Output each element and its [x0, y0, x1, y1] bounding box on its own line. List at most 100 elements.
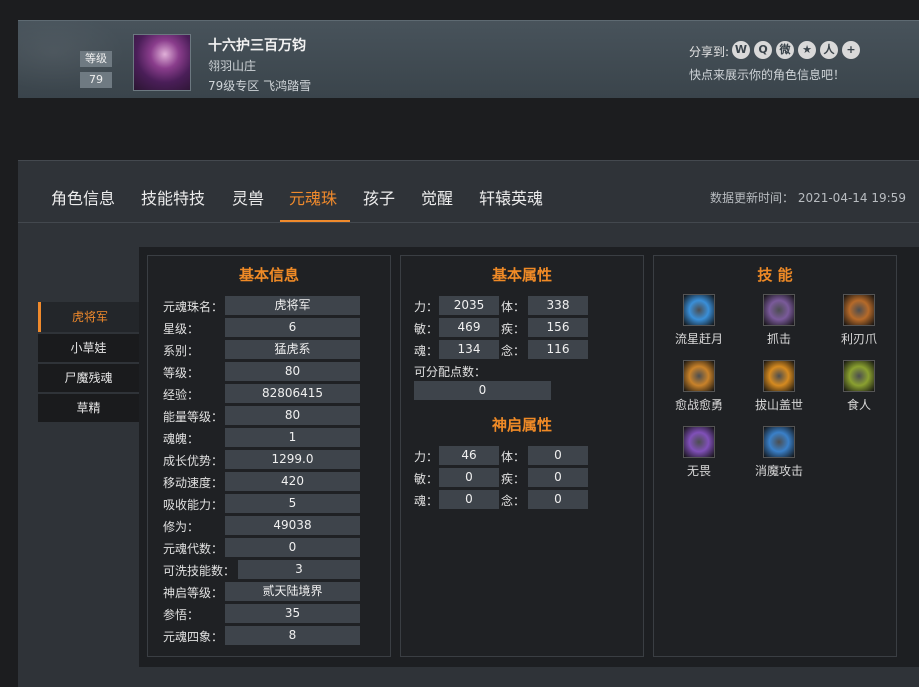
share-label: 分享到: [689, 45, 730, 59]
attr-value: 116 [528, 340, 588, 359]
basic-info-label: 魂魄： [163, 432, 200, 446]
content-area: 基本信息 元魂珠名： 虎将军 星级： 6 系别： 猛虎系 等级： 80 经验： 82806415 能… [139, 247, 919, 667]
share-icons: W Q 微 ★ 人 + [732, 41, 860, 59]
skill-item[interactable]: 无畏 [669, 426, 729, 479]
skill-item[interactable]: 利刃爪 [829, 294, 889, 347]
tab-awakening[interactable]: 觉醒 [421, 185, 453, 209]
attr-label: 力： [414, 450, 439, 464]
skill-name: 流星赶月 [674, 332, 723, 346]
basic-info-label: 吸收能力： [163, 498, 224, 512]
attr-label: 体： [501, 450, 526, 464]
dispel-icon [763, 426, 795, 458]
qzone-icon[interactable]: Q [754, 41, 772, 59]
basic-info-label: 元魂四象： [163, 630, 224, 644]
main-panel: 角色信息 技能特技 灵兽 元魂珠 孩子 觉醒 轩辕英魂 数据更新时间： 2021… [18, 160, 919, 687]
tab-bar: 角色信息 技能特技 灵兽 元魂珠 孩子 觉醒 轩辕英魂 数据更新时间： 2021… [18, 161, 919, 223]
skill-name: 消魔攻击 [754, 464, 803, 478]
devour-icon [843, 360, 875, 392]
skill-name: 无畏 [686, 464, 711, 478]
mountain-icon [763, 360, 795, 392]
basic-info-value: 420 [225, 472, 360, 491]
skill-item[interactable]: 拔山盖世 [749, 360, 809, 413]
valor-icon [683, 360, 715, 392]
skills-panel: 技 能 流星赶月 抓击 利刃爪 愈战愈勇 拔山盖世 食人 无畏 消魔攻击 [653, 255, 897, 657]
skill-item[interactable]: 流星赶月 [669, 294, 729, 347]
character-zone: 79级专区 飞鸿踏雪 [208, 79, 312, 93]
basic-info-value: 35 [225, 604, 360, 623]
basic-info-value: 80 [225, 362, 360, 381]
basic-info-value: 3 [238, 560, 360, 579]
tab-soul-orb[interactable]: 元魂珠 [289, 185, 337, 209]
skill-name: 愈战愈勇 [674, 398, 723, 412]
divine-attrs-title: 神启属性 [491, 416, 552, 434]
basic-info-value: 贰天陆境界 [225, 582, 360, 601]
claw-icon [763, 294, 795, 326]
avatar [133, 34, 191, 91]
basic-info-value: 49038 [225, 516, 360, 535]
basic-info-value: 0 [225, 538, 360, 557]
blade-claw-icon [843, 294, 875, 326]
attr-label: 疾： [501, 472, 526, 486]
basic-info-value: 82806415 [225, 384, 360, 403]
character-header: 等级 79 十六护三百万钧 翎羽山庄 79级专区 飞鸿踏雪 分享到: W Q 微… [18, 20, 919, 99]
skill-item[interactable]: 消魔攻击 [749, 426, 809, 479]
basic-info-value: 8 [225, 626, 360, 645]
tab-pets[interactable]: 灵兽 [232, 185, 264, 209]
skill-item[interactable]: 抓击 [749, 294, 809, 347]
star-icon[interactable]: ★ [798, 41, 816, 59]
attr-label: 念： [501, 494, 526, 508]
group-icon[interactable]: 人 [820, 41, 838, 59]
attributes-panel: 基本属性 力： 体： 2035 338 敏： 疾： 469 156 魂： 念： 134 116 可分配… [400, 255, 644, 657]
basic-info-label: 元魂代数： [163, 542, 224, 556]
header-decoration [18, 21, 138, 99]
attr-label: 敏： [414, 472, 439, 486]
free-points-value: 0 [414, 381, 551, 400]
weibo-icon[interactable]: 微 [776, 41, 794, 59]
attr-value: 0 [528, 446, 588, 465]
wechat-icon[interactable]: W [732, 41, 750, 59]
attr-value: 156 [528, 318, 588, 337]
basic-info-value: 猛虎系 [225, 340, 360, 359]
attr-label: 力： [414, 300, 439, 314]
attr-label: 魂： [414, 344, 439, 358]
basic-info-value: 虎将军 [225, 296, 360, 315]
basic-info-panel: 基本信息 元魂珠名： 虎将军 星级： 6 系别： 猛虎系 等级： 80 经验： 82806415 能… [147, 255, 391, 657]
level-label: 等级 [80, 51, 112, 67]
character-server: 翎羽山庄 [208, 59, 257, 73]
side-item-corpse-demon[interactable]: 尸魔残魂 [38, 364, 139, 392]
side-item-tiger-general[interactable]: 虎将军 [38, 302, 139, 332]
skill-item[interactable]: 愈战愈勇 [669, 360, 729, 413]
skill-name: 食人 [846, 398, 871, 412]
tab-character-info[interactable]: 角色信息 [51, 185, 115, 209]
attr-value: 2035 [439, 296, 499, 315]
attr-value: 0 [439, 490, 499, 509]
skill-name: 拔山盖世 [754, 398, 803, 412]
basic-info-label: 能量等级： [163, 410, 224, 424]
attr-value: 469 [439, 318, 499, 337]
basic-attrs-title: 基本属性 [491, 266, 552, 284]
attr-value: 46 [439, 446, 499, 465]
basic-info-label: 参悟： [163, 608, 200, 622]
basic-info-label: 修为： [163, 520, 200, 534]
attr-label: 疾： [501, 322, 526, 336]
basic-info-label: 可洗技能数： [163, 564, 236, 578]
side-item-grass-spirit[interactable]: 草精 [38, 394, 139, 422]
basic-info-value: 1299.0 [225, 450, 360, 469]
tab-xuanyuan-soul[interactable]: 轩辕英魂 [479, 185, 543, 209]
attr-value: 0 [439, 468, 499, 487]
update-time: 数据更新时间： 2021-04-14 19:59 [710, 191, 906, 205]
plus-icon[interactable]: + [842, 41, 860, 59]
character-name: 十六护三百万钧 [208, 38, 306, 54]
basic-info-label: 成长优势： [163, 454, 224, 468]
share-tip: 快点来展示你的角色信息吧！ [689, 68, 846, 82]
level-value: 79 [80, 72, 112, 88]
basic-info-value: 5 [225, 494, 360, 513]
basic-info-label: 经验： [163, 388, 200, 402]
tab-children[interactable]: 孩子 [363, 185, 395, 209]
side-item-grass-doll[interactable]: 小草娃 [38, 334, 139, 362]
basic-info-value: 80 [225, 406, 360, 425]
basic-info-value: 6 [225, 318, 360, 337]
attr-label: 念： [501, 344, 526, 358]
tab-skills[interactable]: 技能特技 [141, 185, 205, 209]
skill-item[interactable]: 食人 [829, 360, 889, 413]
